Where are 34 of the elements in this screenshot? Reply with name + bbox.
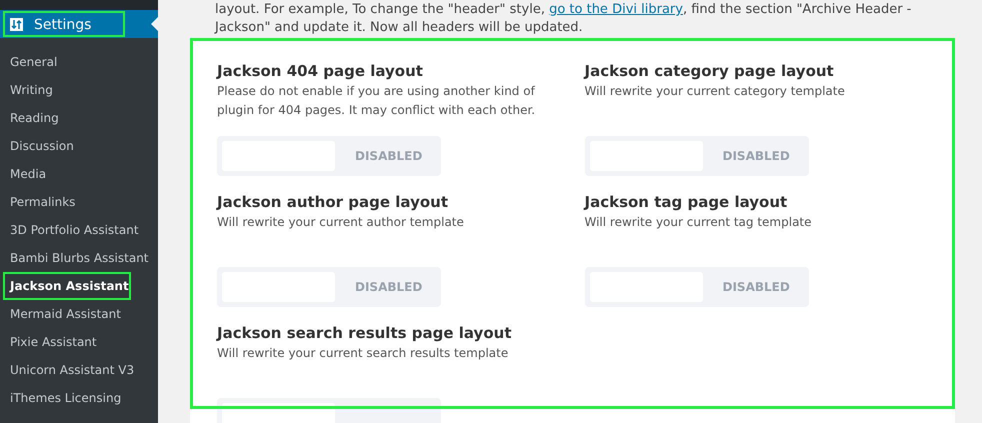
current-indicator (151, 17, 158, 31)
setting-title: Jackson search results page layout (217, 323, 512, 344)
setting-description: Will rewrite your current tag template (584, 214, 813, 231)
setting-title: Jackson author page layout (217, 192, 450, 213)
toggle-label: DISABLED (355, 279, 422, 296)
setting-description: Will rewrite your current search results template (217, 345, 510, 362)
setting-title: Jackson tag page layout (584, 192, 788, 213)
menu-label: Settings (34, 16, 92, 35)
toggle-label: DISABLED (722, 148, 790, 165)
sidebar-item[interactable]: Media (10, 165, 46, 183)
setting-title: Jackson category page layout (584, 61, 835, 82)
intro-text: Jackson" and update it. Now all headers will be updated. (215, 19, 584, 37)
setting-description: Will rewrite your current author template (217, 214, 465, 231)
sidebar-item[interactable]: Mermaid Assistant (10, 305, 121, 323)
sidebar-item[interactable]: 3D Portfolio Assistant (10, 221, 139, 239)
toggle-label: DISABLED (722, 279, 790, 296)
sidebar-item[interactable]: Pixie Assistant (10, 333, 97, 351)
settings-icon (10, 18, 23, 31)
sidebar-item[interactable]: iThemes Licensing (10, 389, 122, 407)
sidebar-item[interactable]: Permalinks (10, 193, 76, 211)
sidebar-item[interactable]: Bambi Blurbs Assistant (10, 249, 148, 267)
sidebar-item[interactable]: Jackson Assistant (10, 277, 129, 295)
setting-description: Will rewrite your current category template (584, 83, 846, 100)
toggle-label: DISABLED (355, 148, 422, 165)
settings-menu-item[interactable]: Settings (0, 10, 158, 38)
library-link[interactable]: go to the Divi library (549, 2, 683, 17)
sidebar-item[interactable]: General (10, 53, 58, 71)
setting-description: Please do not enable if you are using another kind of plugin for 404 pages. It may conflict with each other. (217, 83, 536, 119)
setting-title: Jackson 404 page layout (217, 61, 424, 82)
sidebar-item[interactable]: Discussion (10, 137, 74, 155)
sidebar-item[interactable]: Writing (10, 81, 53, 99)
intro-text: layout. For example, To change the "header" style, go to the Divi library, find the section "Archive Header - (215, 1, 912, 19)
sidebar-item[interactable]: Reading (10, 109, 59, 127)
sidebar-item[interactable]: Unicorn Assistant V3 (10, 361, 134, 379)
